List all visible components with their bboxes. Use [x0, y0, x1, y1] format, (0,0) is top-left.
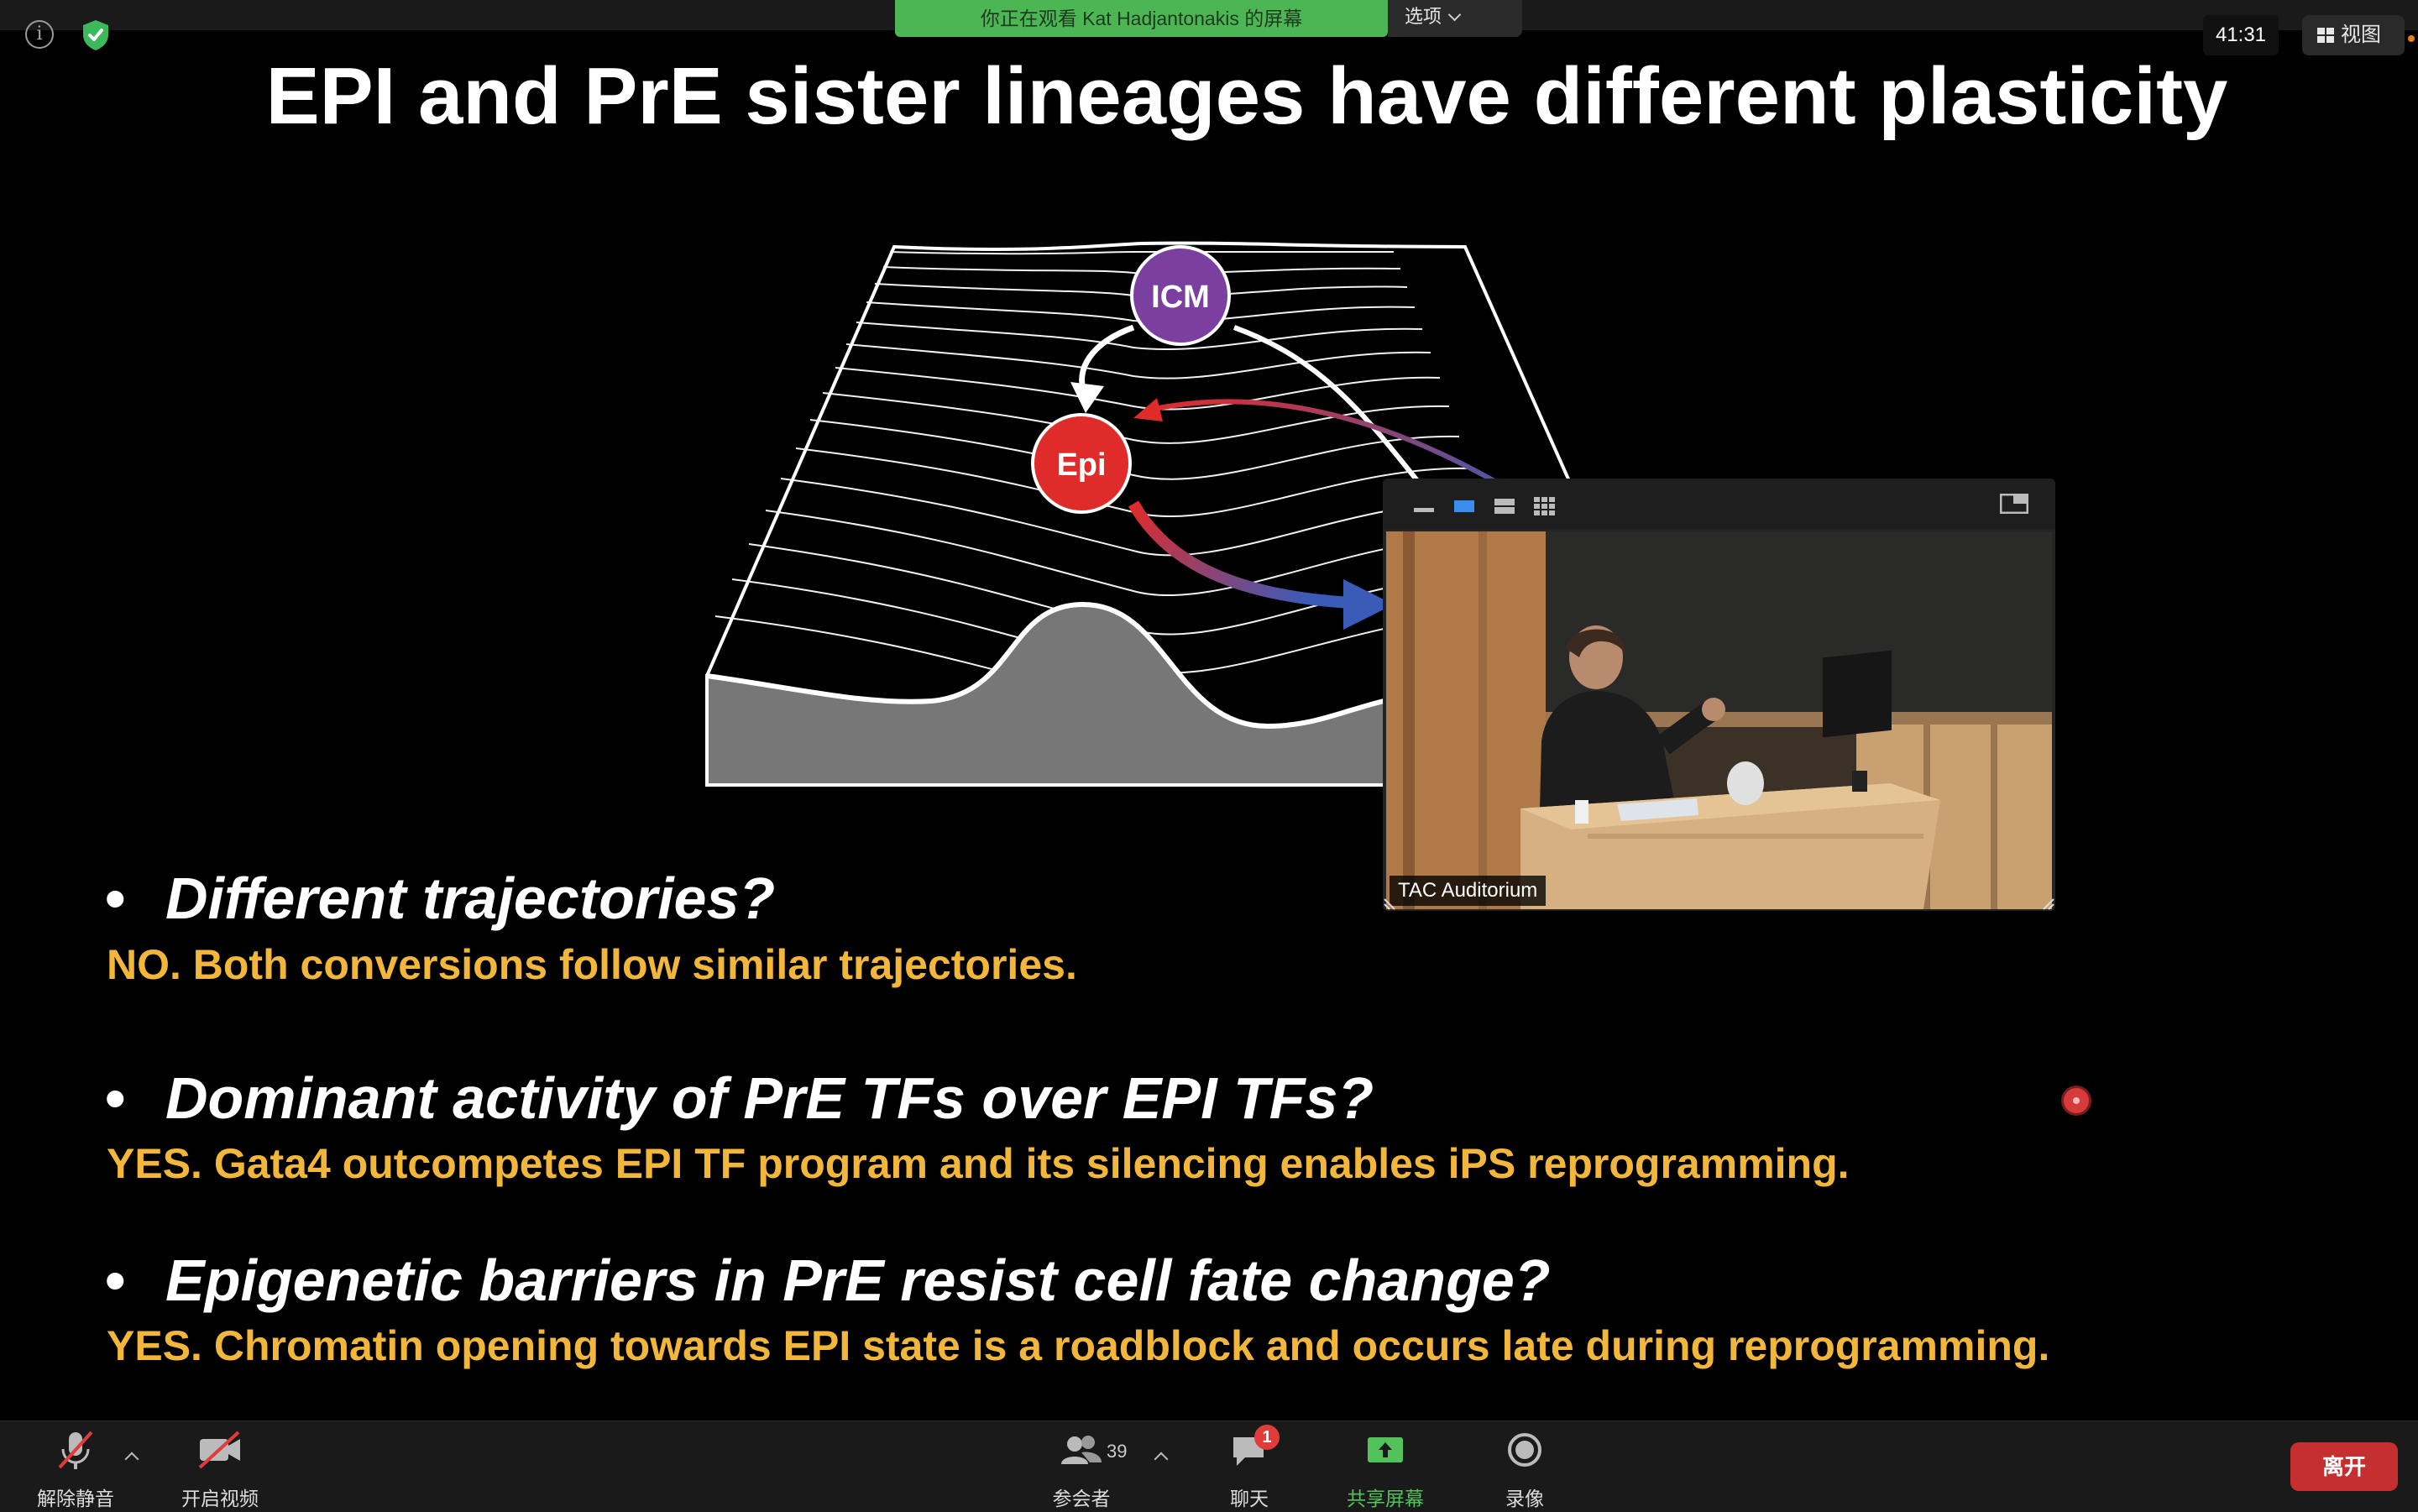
view-options-label: 选项 [1405, 6, 1442, 27]
participant-name-tag: TAC Auditorium [1390, 876, 1547, 906]
chat-unread-badge: 1 [1254, 1425, 1280, 1450]
record-button[interactable]: 录像 [1484, 1427, 1565, 1511]
record-icon [1508, 1433, 1541, 1467]
meeting-timer: 41:31 [2203, 15, 2279, 55]
share-screen-button[interactable]: 共享屏幕 [1337, 1427, 1434, 1511]
view-layout-button[interactable]: 视图 [2302, 15, 2405, 55]
resize-handle-left-icon[interactable] [1383, 894, 1400, 911]
icm-label: ICM [1151, 280, 1210, 315]
unmute-button[interactable]: 解除静音 [32, 1427, 119, 1511]
chevron-down-icon [1447, 8, 1462, 22]
participants-icon [1061, 1436, 1102, 1464]
start-video-label: 开启视频 [181, 1488, 259, 1509]
view-options-button[interactable]: 选项 [1388, 0, 1522, 37]
screen-share-banner: 你正在观看 Kat Hadjantonakis 的屏幕 [895, 0, 1388, 37]
meeting-info-icon[interactable]: i [25, 20, 54, 49]
grid-view-icon[interactable] [1534, 497, 1556, 517]
microphone-muted-icon [58, 1431, 93, 1469]
laser-pointer-dot [2064, 1088, 2089, 1113]
bullet-answer-2: YES. Gata4 outcompetes EPI TF program an… [107, 1140, 1850, 1187]
view-layout-label: 视图 [2341, 24, 2381, 46]
unmute-label: 解除静音 [37, 1488, 114, 1509]
single-view-icon[interactable] [1453, 497, 1475, 514]
question-text: Epigenetic barriers in PrE resist cell f… [165, 1248, 1551, 1313]
notification-dot [2408, 35, 2415, 42]
bullet-question-1: • Different trajectories? [105, 865, 775, 932]
participants-label: 参会者 [1052, 1488, 1111, 1509]
bullet-question-3: • Epigenetic barriers in PrE resist cell … [105, 1247, 1551, 1314]
floating-video-panel[interactable]: TAC Auditorium [1383, 479, 2055, 911]
exit-floating-icon[interactable] [2000, 494, 2028, 514]
share-screen-label: 共享屏幕 [1347, 1488, 1424, 1509]
share-screen-icon [1368, 1437, 1403, 1462]
video-panel-toolbar [1383, 479, 2055, 529]
question-text: Dominant activity of PrE TFs over EPI TF… [165, 1065, 1374, 1131]
strip-view-icon[interactable] [1494, 497, 1515, 515]
slide-title: EPI and PrE sister lineages have differe… [265, 51, 2228, 141]
arrowhead-icm-to-epi [1070, 382, 1104, 413]
participant-video: TAC Auditorium [1386, 531, 2052, 909]
minimize-icon[interactable] [1413, 497, 1435, 514]
bullet-question-2: • Dominant activity of PrE TFs over EPI T… [105, 1065, 1374, 1132]
bullet-dot: • [105, 1248, 126, 1313]
grid-icon [2317, 28, 2334, 43]
question-text: Different trajectories? [165, 866, 776, 931]
camera-off-icon [198, 1431, 240, 1469]
participant-count: 39 [1107, 1441, 1128, 1462]
record-label: 录像 [1505, 1488, 1544, 1509]
bullet-answer-3: YES. Chromatin opening towards EPI state… [107, 1322, 2050, 1369]
encryption-shield-icon[interactable] [81, 18, 111, 52]
bullet-dot: • [105, 866, 126, 931]
chat-label: 聊天 [1230, 1488, 1269, 1509]
resize-handle-right-icon[interactable] [2039, 894, 2055, 911]
start-video-button[interactable]: 开启视频 [171, 1427, 269, 1511]
participants-button[interactable]: 参会者 [1041, 1427, 1122, 1511]
leave-meeting-button[interactable]: 离开 [2290, 1442, 2398, 1491]
lecture-room-video-frame [1386, 531, 2052, 909]
epi-label: Epi [1056, 447, 1106, 483]
bullet-dot: • [105, 1065, 126, 1131]
bullet-answer-1: NO. Both conversions follow similar traj… [107, 941, 1077, 988]
